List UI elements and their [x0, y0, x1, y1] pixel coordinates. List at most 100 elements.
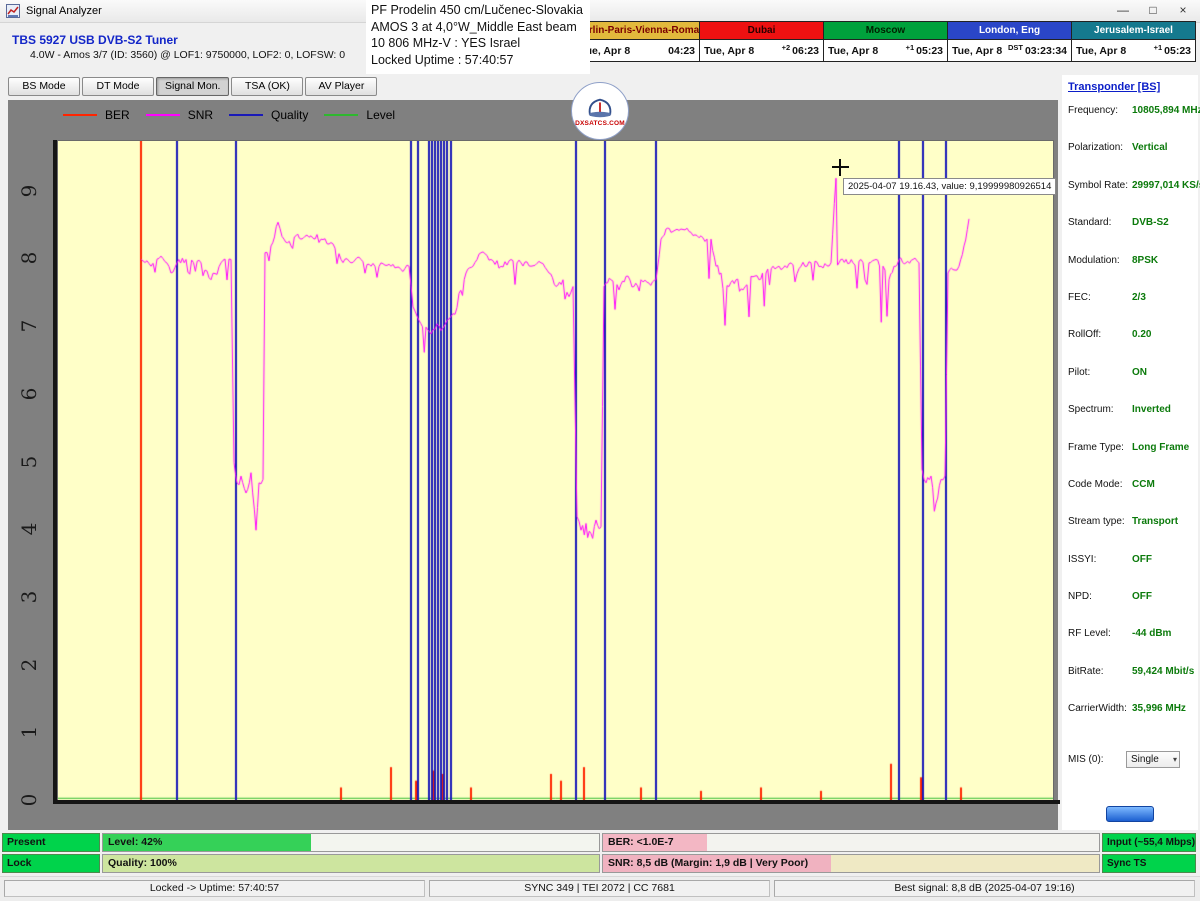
transponder-row: Polarization:Vertical	[1068, 142, 1198, 179]
legend-item-quality: Quality	[229, 108, 308, 122]
status-row-1: Present Level: 42%BER: <1.0E-7 Input (~5…	[2, 833, 1198, 852]
clock-date: Tue, Apr 8	[952, 45, 1002, 57]
field-label: BitRate:	[1068, 666, 1132, 677]
input-lamp: Input (~55,4 Mbps)	[1102, 833, 1196, 852]
mis-value: Single	[1131, 752, 1159, 767]
statusbar-uptime: Locked -> Uptime: 57:40:57	[4, 880, 425, 897]
field-value: 8PSK	[1132, 255, 1158, 266]
transponder-row: Frame Type:Long Frame	[1068, 442, 1198, 479]
mis-label: MIS (0):	[1068, 754, 1126, 765]
title-bar: Signal Analyzer — □ ×	[0, 0, 1200, 23]
clock-moscow: MoscowTue, Apr 8+105:23	[824, 22, 948, 61]
y-axis-label: 2	[16, 652, 42, 678]
status-progress-bar: Quality: 100%	[102, 854, 600, 873]
field-value: -44 dBm	[1132, 628, 1171, 639]
field-label: Standard:	[1068, 217, 1132, 228]
transponder-row: CarrierWidth:35,996 MHz	[1068, 703, 1198, 740]
clock-date: Tue, Apr 8	[828, 45, 878, 57]
chevron-down-icon: ▾	[1173, 752, 1177, 767]
world-clocks: Berlin-Paris-Vienna-RomaTue, Apr 804:23D…	[575, 21, 1196, 62]
statusbar-sync-counters: SYNC 349 | TEI 2072 | CC 7681	[429, 880, 770, 897]
y-axis-label: 3	[16, 584, 42, 610]
legend-swatch	[146, 114, 180, 116]
tab-bs-mode[interactable]: BS Mode	[8, 77, 80, 96]
dxsatcs-logo: DXSATCS.COM	[571, 82, 629, 140]
transponder-rows: Frequency:10805,894 MHzPolarization:Vert…	[1068, 105, 1198, 741]
window-controls: — □ ×	[1108, 0, 1198, 22]
clock-utc-offset: DST	[1008, 43, 1025, 52]
field-label: NPD:	[1068, 591, 1132, 602]
field-value: Inverted	[1132, 404, 1171, 415]
panel-action-button[interactable]	[1106, 806, 1154, 822]
field-value: 10805,894 MHz	[1132, 105, 1200, 116]
transponder-row: Frequency:10805,894 MHz	[1068, 105, 1198, 142]
legend-label: SNR	[188, 108, 213, 122]
tab-dt-mode[interactable]: DT Mode	[82, 77, 154, 96]
close-icon[interactable]: ×	[1168, 0, 1198, 22]
clock-dubai: Dubai Tue, Apr 8 +206:23	[700, 22, 824, 61]
legend-swatch	[324, 114, 358, 116]
status-bar: Locked -> Uptime: 57:40:57 SYNC 349 | TE…	[0, 876, 1200, 901]
transponder-row: Standard:DVB-S2	[1068, 217, 1198, 254]
field-label: Code Mode:	[1068, 479, 1132, 490]
field-label: Symbol Rate:	[1068, 180, 1132, 191]
signal-chart[interactable]	[58, 141, 1053, 801]
clock-time: 06:23	[792, 45, 819, 57]
status-row2-bars: Quality: 100%SNR: 8,5 dB (Margin: 1,9 dB…	[102, 854, 1100, 873]
legend-label: Level	[366, 108, 395, 122]
clock-berlin-paris-vienna-roma: Berlin-Paris-Vienna-RomaTue, Apr 804:23	[576, 22, 700, 61]
status-row-2: Lock Quality: 100%SNR: 8,5 dB (Margin: 1…	[2, 854, 1198, 873]
status-progress-bar: SNR: 8,5 dB (Margin: 1,9 dB | Very Poor)	[602, 854, 1100, 873]
minimize-icon[interactable]: —	[1108, 0, 1138, 22]
tuner-title: TBS 5927 USB DVB-S2 Tuner	[12, 33, 345, 47]
field-value: CCM	[1132, 479, 1155, 490]
field-value: ON	[1132, 367, 1147, 378]
status-progress-label: Quality: 100%	[103, 855, 599, 872]
y-axis-label: 0	[16, 787, 42, 813]
transponder-row: ISSYI:OFF	[1068, 554, 1198, 591]
field-label: RollOff:	[1068, 329, 1132, 340]
info-line-uptime: Locked Uptime : 57:40:57	[371, 52, 585, 69]
legend-swatch	[63, 114, 97, 116]
lock-lamp: Lock	[2, 854, 100, 873]
clock-utc-offset: +2	[782, 43, 793, 52]
clock-time: 04:23	[668, 45, 695, 57]
clock-london-eng: London, EngTue, Apr 8DST03:23:34	[948, 22, 1072, 61]
transponder-row: Pilot:ON	[1068, 367, 1198, 404]
clock-jerusalem-israel: Jerusalem-IsraelTue, Apr 8+105:23	[1072, 22, 1195, 61]
transponder-row: Stream type:Transport	[1068, 516, 1198, 553]
field-value: DVB-S2	[1132, 217, 1169, 228]
field-label: Stream type:	[1068, 516, 1132, 527]
plot-area	[57, 140, 1054, 802]
status-progress-bar: Level: 42%	[102, 833, 600, 852]
transponder-title: Transponder [BS]	[1062, 75, 1198, 93]
legend-item-ber: BER	[63, 108, 130, 122]
y-axis-label: 5	[16, 449, 42, 475]
chart-panel: BERSNRQualityLevel 0123456789 DXSATCS.CO…	[8, 100, 1058, 830]
y-axis-label: 4	[16, 516, 42, 542]
tab-av-player[interactable]: AV Player	[305, 77, 377, 96]
clock-date: Tue, Apr 8	[1076, 45, 1126, 57]
field-label: Frame Type:	[1068, 442, 1132, 453]
field-value: 59,424 Mbit/s	[1132, 666, 1194, 677]
clock-utc-offset: +1	[1154, 43, 1165, 52]
field-value: 29997,014 KS/s	[1132, 180, 1200, 191]
legend-label: Quality	[271, 108, 308, 122]
y-axis-label: 1	[16, 719, 42, 745]
status-progress-label: Level: 42%	[103, 834, 599, 851]
clock-time: 05:23	[1164, 45, 1191, 57]
maximize-icon[interactable]: □	[1138, 0, 1168, 22]
tab-signal-mon[interactable]: Signal Mon.	[156, 77, 229, 96]
statusbar-best-signal: Best signal: 8,8 dB (2025-04-07 19:16)	[774, 880, 1195, 897]
transponder-row: NPD:OFF	[1068, 591, 1198, 628]
transponder-row: RF Level:-44 dBm	[1068, 628, 1198, 665]
status-progress-label: BER: <1.0E-7	[603, 834, 1099, 851]
field-label: Polarization:	[1068, 142, 1132, 153]
mode-tabs: BS ModeDT ModeSignal Mon.TSA (OK)AV Play…	[8, 77, 377, 96]
tab-tsa-ok[interactable]: TSA (OK)	[231, 77, 303, 96]
transponder-row: Symbol Rate:29997,014 KS/s	[1068, 180, 1198, 217]
clock-city: Dubai	[700, 22, 823, 40]
mis-select[interactable]: Single ▾	[1126, 751, 1180, 768]
info-line-frequency: 10 806 MHz-V : YES Israel	[371, 35, 585, 52]
clock-date: Tue, Apr 8	[704, 45, 754, 57]
